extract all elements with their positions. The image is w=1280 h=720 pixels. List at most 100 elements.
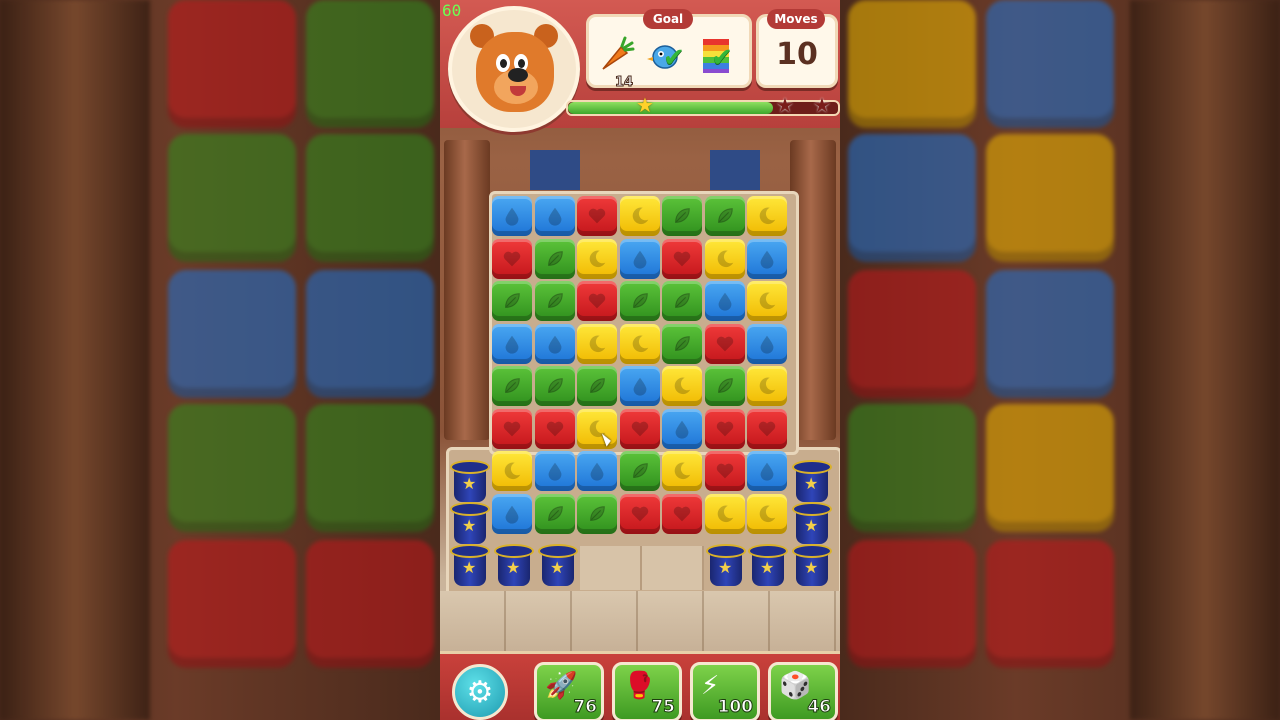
green-tile[interactable] (534, 238, 575, 279)
heart-icon (758, 421, 776, 436)
leaf-icon (505, 293, 520, 308)
green-tile[interactable] (534, 281, 575, 321)
green-tile[interactable] (662, 281, 702, 321)
red-tile[interactable] (704, 408, 745, 449)
green-tile[interactable] (534, 366, 575, 406)
green-tile[interactable] (619, 451, 660, 491)
score-progress-bar (566, 100, 840, 116)
background-tile (306, 270, 434, 398)
moon-icon (717, 505, 733, 522)
blue-tile[interactable] (534, 451, 575, 491)
moon-icon (589, 335, 606, 352)
drop-icon (760, 462, 774, 481)
green-tile[interactable] (619, 281, 660, 321)
green-tile[interactable] (492, 366, 532, 406)
gear-icon: ⚙ (466, 674, 494, 710)
background-left (0, 0, 440, 720)
red-tile[interactable] (577, 281, 617, 321)
blue-tile[interactable] (534, 323, 575, 364)
green-tile[interactable] (704, 196, 745, 236)
heart-icon (546, 421, 563, 436)
rocket-booster[interactable]: 🚀 76 (534, 662, 604, 720)
green-tile[interactable] (577, 366, 617, 406)
leaf-icon (547, 505, 563, 521)
background-tile (306, 134, 434, 262)
character-avatar (448, 6, 580, 132)
blue-tile[interactable] (747, 238, 787, 279)
background-tile (168, 540, 296, 668)
yellow-tile[interactable] (619, 196, 660, 236)
blue-tile[interactable] (747, 451, 787, 491)
yellow-tile[interactable] (747, 281, 787, 321)
blue-tile[interactable] (534, 196, 575, 236)
red-tile[interactable] (492, 238, 532, 279)
blue-tile[interactable] (619, 366, 660, 406)
yellow-tile[interactable] (704, 238, 745, 279)
magic-hat-icon (706, 544, 746, 588)
stage-floor (440, 591, 840, 651)
red-tile[interactable] (704, 323, 745, 364)
red-tile[interactable] (577, 196, 617, 236)
drop-icon (505, 505, 519, 524)
yellow-tile[interactable] (747, 493, 787, 534)
yellow-tile[interactable] (577, 323, 617, 364)
red-tile[interactable] (619, 408, 660, 449)
blue-tile[interactable] (747, 323, 787, 364)
floor-gap (580, 546, 704, 590)
goal-panel: Goal 14 ✔ ✔ (586, 9, 752, 91)
red-tile[interactable] (619, 493, 660, 534)
red-tile[interactable] (662, 238, 702, 279)
yellow-tile[interactable] (747, 366, 787, 406)
background-tile (168, 134, 296, 262)
background-tile (986, 270, 1114, 398)
red-tile[interactable] (704, 451, 745, 491)
booster-count: 75 (651, 697, 676, 718)
green-tile[interactable] (577, 493, 617, 534)
magic-hat-icon (792, 544, 832, 588)
background-tile (306, 404, 434, 532)
bear-eye (496, 54, 510, 72)
background-tile (168, 270, 296, 398)
red-tile[interactable] (492, 408, 532, 449)
blue-tile[interactable] (662, 408, 702, 449)
green-tile[interactable] (662, 323, 702, 364)
bird-icon: ✔ (647, 35, 687, 75)
leaf-icon (717, 378, 733, 393)
background-tile (848, 540, 976, 668)
blue-tile[interactable] (492, 196, 532, 236)
drop-icon (760, 335, 774, 354)
settings-button[interactable]: ⚙ (452, 664, 508, 720)
green-tile[interactable] (662, 196, 702, 236)
blue-tile[interactable] (577, 451, 617, 491)
moon-icon (759, 377, 776, 395)
drill-booster[interactable]: ⚡ 100 (690, 662, 760, 720)
stage-column (444, 140, 490, 440)
blue-tile[interactable] (492, 323, 532, 364)
yellow-tile[interactable] (619, 323, 660, 364)
green-tile[interactable] (704, 366, 745, 406)
curtain (530, 150, 580, 190)
green-tile[interactable] (492, 281, 532, 321)
dice-booster[interactable]: 🎲 46 (768, 662, 838, 720)
red-tile[interactable] (747, 408, 787, 449)
booster-toolbar: ⚙ 🚀 76 🥊 75 ⚡ 100 🎲 46 (440, 651, 840, 720)
yellow-tile[interactable] (662, 451, 702, 491)
red-tile[interactable] (534, 408, 575, 449)
yellow-tile[interactable] (662, 366, 702, 406)
yellow-tile[interactable] (577, 238, 617, 279)
blue-tile[interactable] (619, 238, 660, 279)
blue-tile[interactable] (492, 493, 532, 534)
yellow-tile[interactable] (704, 493, 745, 534)
yellow-tile[interactable] (747, 196, 787, 236)
boxing-glove-booster[interactable]: 🥊 75 (612, 662, 682, 720)
green-tile[interactable] (534, 493, 575, 534)
curtain (710, 150, 760, 190)
heart-icon (716, 463, 733, 479)
red-tile[interactable] (662, 493, 702, 534)
yellow-tile[interactable] (492, 451, 532, 491)
background-tile (306, 540, 434, 668)
background-tile (168, 404, 296, 532)
blue-tile[interactable] (704, 281, 745, 321)
moon-icon (504, 462, 521, 480)
moon-icon (674, 377, 691, 395)
